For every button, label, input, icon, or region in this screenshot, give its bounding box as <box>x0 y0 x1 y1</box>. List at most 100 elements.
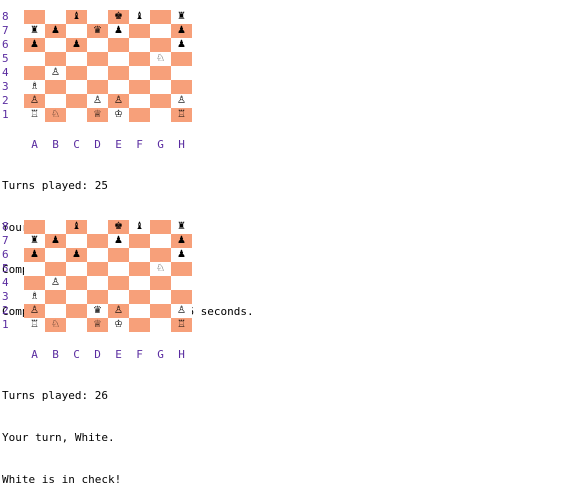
square-d2[interactable]: ♙ <box>87 94 108 108</box>
square-f4[interactable] <box>129 66 150 80</box>
square-d7[interactable]: ♛ <box>87 24 108 38</box>
square-e2[interactable]: ♙ <box>108 304 129 318</box>
square-d3[interactable] <box>87 290 108 304</box>
square-e7[interactable]: ♟ <box>108 24 129 38</box>
square-f3[interactable] <box>129 80 150 94</box>
square-c7[interactable] <box>66 24 87 38</box>
square-c2[interactable] <box>66 304 87 318</box>
square-h4[interactable] <box>171 66 192 80</box>
square-g2[interactable] <box>150 94 171 108</box>
square-c7[interactable] <box>66 234 87 248</box>
square-b2[interactable] <box>45 304 66 318</box>
square-e4[interactable] <box>108 276 129 290</box>
board-grid[interactable]: ♝ ♚ ♝ ♜ ♜ ♟ ♛ ♟ ♟ ♟ ♟ ♟ ♘ ♙ ♗ ♙ ♙ ♙ ♙ ♖ ♘ ♕ ♔ ♖ <box>24 10 192 122</box>
board-grid[interactable]: ♝ ♚ ♝ ♜ ♜ ♟ ♟ ♟ ♟ ♟ ♟ ♘ ♙ ♗ ♙ ♛ ♙ ♙ ♖ ♘ ♕ ♔ ♖ <box>24 220 192 332</box>
square-f6[interactable] <box>129 38 150 52</box>
square-c8[interactable]: ♝ <box>66 10 87 24</box>
square-h1[interactable]: ♖ <box>171 108 192 122</box>
square-d4[interactable] <box>87 66 108 80</box>
square-d7[interactable] <box>87 234 108 248</box>
square-b7[interactable]: ♟ <box>45 234 66 248</box>
square-d8[interactable] <box>87 220 108 234</box>
square-h8[interactable]: ♜ <box>171 220 192 234</box>
square-h8[interactable]: ♜ <box>171 10 192 24</box>
square-h5[interactable] <box>171 52 192 66</box>
square-g3[interactable] <box>150 80 171 94</box>
square-c1[interactable] <box>66 318 87 332</box>
square-d4[interactable] <box>87 276 108 290</box>
square-e7[interactable]: ♟ <box>108 234 129 248</box>
square-h1[interactable]: ♖ <box>171 318 192 332</box>
square-f8[interactable]: ♝ <box>129 10 150 24</box>
square-g5[interactable]: ♘ <box>150 52 171 66</box>
square-a1[interactable]: ♖ <box>24 108 45 122</box>
square-h3[interactable] <box>171 80 192 94</box>
square-b4[interactable]: ♙ <box>45 66 66 80</box>
square-c8[interactable]: ♝ <box>66 220 87 234</box>
square-f8[interactable]: ♝ <box>129 220 150 234</box>
square-e2[interactable]: ♙ <box>108 94 129 108</box>
square-d6[interactable] <box>87 38 108 52</box>
square-d1[interactable]: ♕ <box>87 318 108 332</box>
square-a3[interactable]: ♗ <box>24 290 45 304</box>
square-e4[interactable] <box>108 66 129 80</box>
square-e1[interactable]: ♔ <box>108 318 129 332</box>
square-c4[interactable] <box>66 66 87 80</box>
square-a7[interactable]: ♜ <box>24 234 45 248</box>
square-e8[interactable]: ♚ <box>108 10 129 24</box>
square-c1[interactable] <box>66 108 87 122</box>
square-c3[interactable] <box>66 80 87 94</box>
square-b3[interactable] <box>45 80 66 94</box>
square-h6[interactable]: ♟ <box>171 38 192 52</box>
square-b1[interactable]: ♘ <box>45 108 66 122</box>
square-d6[interactable] <box>87 248 108 262</box>
square-d8[interactable] <box>87 10 108 24</box>
square-b5[interactable] <box>45 52 66 66</box>
square-b6[interactable] <box>45 248 66 262</box>
square-c6[interactable]: ♟ <box>66 248 87 262</box>
square-c3[interactable] <box>66 290 87 304</box>
square-e1[interactable]: ♔ <box>108 108 129 122</box>
square-g6[interactable] <box>150 38 171 52</box>
square-f5[interactable] <box>129 52 150 66</box>
square-g7[interactable] <box>150 234 171 248</box>
square-b6[interactable] <box>45 38 66 52</box>
square-g8[interactable] <box>150 220 171 234</box>
square-d2[interactable]: ♛ <box>87 304 108 318</box>
square-a3[interactable]: ♗ <box>24 80 45 94</box>
square-f6[interactable] <box>129 248 150 262</box>
square-g8[interactable] <box>150 10 171 24</box>
square-a8[interactable] <box>24 10 45 24</box>
square-h6[interactable]: ♟ <box>171 248 192 262</box>
square-e8[interactable]: ♚ <box>108 220 129 234</box>
square-a2[interactable]: ♙ <box>24 304 45 318</box>
square-e6[interactable] <box>108 38 129 52</box>
square-h4[interactable] <box>171 276 192 290</box>
square-h3[interactable] <box>171 290 192 304</box>
square-f7[interactable] <box>129 24 150 38</box>
square-f3[interactable] <box>129 290 150 304</box>
square-a2[interactable]: ♙ <box>24 94 45 108</box>
square-e3[interactable] <box>108 80 129 94</box>
square-b2[interactable] <box>45 94 66 108</box>
square-b1[interactable]: ♘ <box>45 318 66 332</box>
square-g4[interactable] <box>150 66 171 80</box>
square-g1[interactable] <box>150 318 171 332</box>
square-c6[interactable]: ♟ <box>66 38 87 52</box>
square-a4[interactable] <box>24 66 45 80</box>
square-b7[interactable]: ♟ <box>45 24 66 38</box>
square-a7[interactable]: ♜ <box>24 24 45 38</box>
square-a8[interactable] <box>24 220 45 234</box>
square-c5[interactable] <box>66 52 87 66</box>
square-g4[interactable] <box>150 276 171 290</box>
square-c4[interactable] <box>66 276 87 290</box>
square-c2[interactable] <box>66 94 87 108</box>
square-f1[interactable] <box>129 318 150 332</box>
square-a4[interactable] <box>24 276 45 290</box>
square-b3[interactable] <box>45 290 66 304</box>
square-b4[interactable]: ♙ <box>45 276 66 290</box>
square-c5[interactable] <box>66 262 87 276</box>
square-d5[interactable] <box>87 262 108 276</box>
square-a5[interactable] <box>24 262 45 276</box>
square-b5[interactable] <box>45 262 66 276</box>
